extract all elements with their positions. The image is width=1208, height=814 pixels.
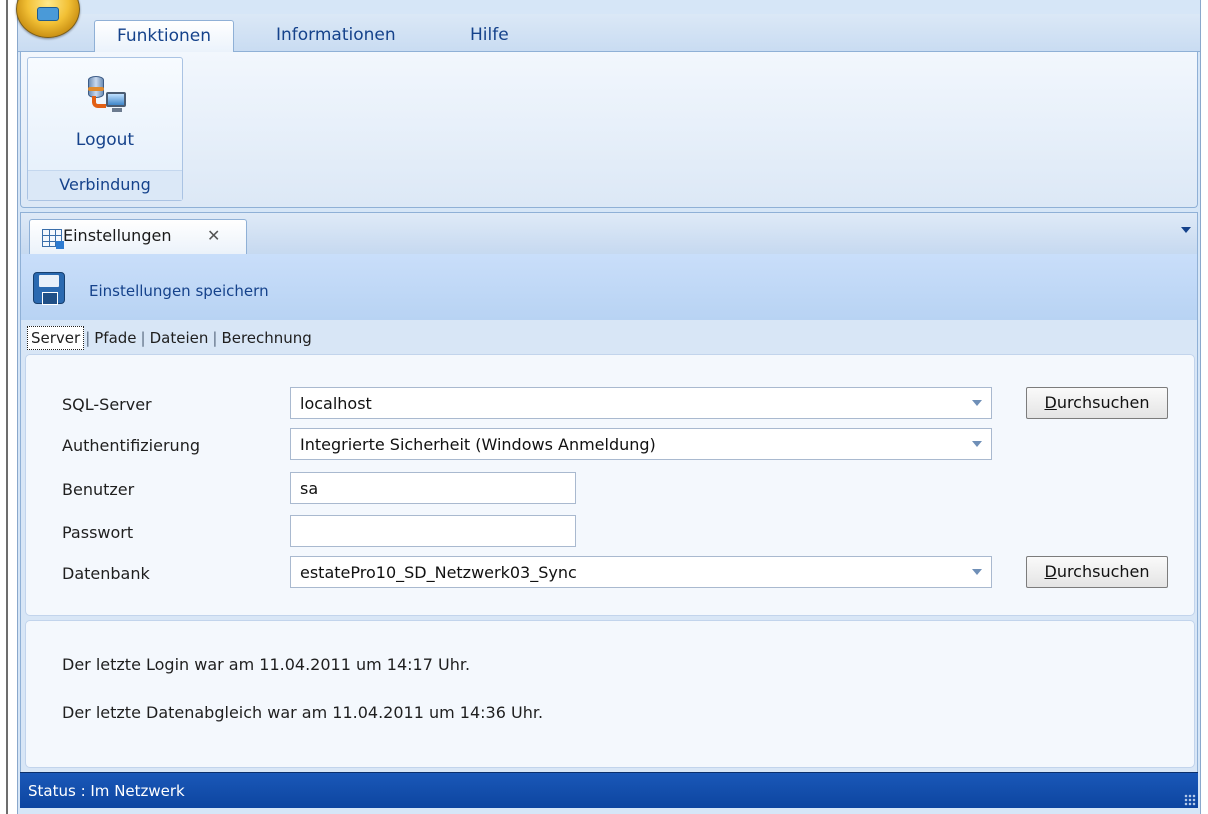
auth-label: Authentifizierung xyxy=(62,436,200,455)
orb-glyph xyxy=(37,7,59,21)
server-settings-panel: SQL-Server localhost Durchsuchen Authent… xyxy=(25,354,1195,616)
outer-window-edge xyxy=(0,0,8,814)
database-combo[interactable]: estatePro10_SD_Netzwerk03_Sync xyxy=(290,556,992,588)
subtab-pfade[interactable]: Pfade xyxy=(91,327,139,349)
subtab-separator: | xyxy=(85,329,91,347)
chevron-down-icon[interactable] xyxy=(963,429,991,459)
status-text: Status : Im Netzwerk xyxy=(28,782,185,800)
password-field[interactable] xyxy=(290,515,576,547)
app-window: Funktionen Informationen Hilfe Logout Ve… xyxy=(16,0,1201,814)
sql-server-label: SQL-Server xyxy=(62,395,152,414)
close-icon[interactable]: ✕ xyxy=(207,226,220,245)
settings-subtabs: Server | Pfade | Dateien | Berechnung xyxy=(27,326,315,350)
subtab-separator: | xyxy=(140,329,146,347)
subtab-separator: | xyxy=(212,329,218,347)
last-sync-text: Der letzte Datenabgleich war am 11.04.20… xyxy=(62,703,544,722)
toolbar: Einstellungen speichern xyxy=(20,254,1198,320)
user-value: sa xyxy=(300,479,319,498)
document-tab-strip: Einstellungen ✕ xyxy=(20,212,1198,255)
chevron-down-icon[interactable] xyxy=(1181,227,1191,233)
ribbon-group-verbindung: Logout Verbindung xyxy=(27,57,183,201)
subtab-dateien[interactable]: Dateien xyxy=(147,327,212,349)
status-bar: Status : Im Netzwerk xyxy=(20,772,1198,808)
tab-funktionen[interactable]: Funktionen xyxy=(94,20,235,53)
sql-server-value: localhost xyxy=(300,394,372,413)
save-icon xyxy=(33,272,65,305)
subtab-berechnung[interactable]: Berechnung xyxy=(218,327,314,349)
ribbon-panel: Logout Verbindung xyxy=(20,52,1198,208)
database-value: estatePro10_SD_Netzwerk03_Sync xyxy=(300,563,577,582)
document-tab-einstellungen[interactable]: Einstellungen ✕ xyxy=(29,219,247,255)
chevron-down-icon[interactable] xyxy=(963,388,991,418)
auth-value: Integrierte Sicherheit (Windows Anmeldun… xyxy=(300,435,656,454)
chevron-down-icon[interactable] xyxy=(963,557,991,587)
login-info-panel: Der letzte Login war am 11.04.2011 um 14… xyxy=(25,620,1195,768)
sql-server-combo[interactable]: localhost xyxy=(290,387,992,419)
grid-icon xyxy=(42,229,64,249)
logout-icon xyxy=(86,76,128,116)
auth-combo[interactable]: Integrierte Sicherheit (Windows Anmeldun… xyxy=(290,428,992,460)
password-label: Passwort xyxy=(62,523,134,542)
document-tab-label: Einstellungen xyxy=(63,226,172,245)
settings-content: Server | Pfade | Dateien | Berechnung SQL-Serv… xyxy=(20,320,1198,772)
logout-label: Logout xyxy=(75,130,135,150)
last-login-text: Der letzte Login war am 11.04.2011 um 14… xyxy=(62,655,471,674)
tab-informationen[interactable]: Informationen xyxy=(254,20,418,53)
tab-hilfe[interactable]: Hilfe xyxy=(448,20,531,53)
save-settings-label: Einstellungen speichern xyxy=(89,282,269,300)
database-label: Datenbank xyxy=(62,564,150,583)
subtab-server[interactable]: Server xyxy=(27,326,85,350)
resize-grip-icon[interactable] xyxy=(1184,794,1196,806)
browse-server-button[interactable]: Durchsuchen xyxy=(1026,387,1168,419)
ribbon-tab-bar: Funktionen Informationen Hilfe xyxy=(18,14,1200,53)
user-field[interactable]: sa xyxy=(290,472,576,504)
user-label: Benutzer xyxy=(62,480,135,499)
browse-database-button[interactable]: Durchsuchen xyxy=(1026,556,1168,588)
ribbon-group-label: Verbindung xyxy=(28,170,182,200)
logout-button[interactable]: Logout xyxy=(42,64,168,160)
